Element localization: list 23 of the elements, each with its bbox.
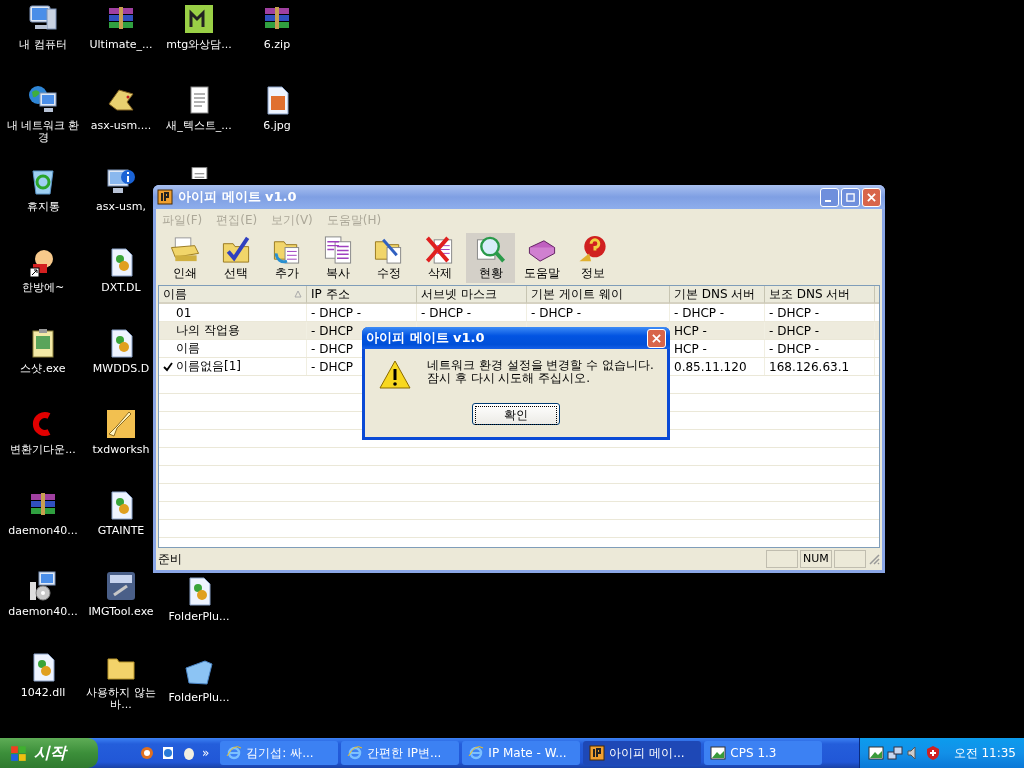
table-cell: - DHCP - <box>769 341 820 356</box>
table-cell: - DHCP - <box>311 305 362 320</box>
table-cell: - DHCP <box>311 341 354 356</box>
dialog-message: 네트워크 환경 설정을 변경할 수 없습니다. 잠시 후 다시 시도해 주십시오. <box>427 359 654 385</box>
table-cell: 나의 작업용 <box>176 322 240 339</box>
clock: 오전 11:35 <box>953 744 1016 762</box>
table-cell: - DHCP - <box>531 305 582 320</box>
table-cell: 이름 <box>176 340 200 357</box>
table-cell: - DHCP - <box>674 305 725 320</box>
table-cell: 0.85.11.120 <box>674 359 747 374</box>
status-text: 준비 <box>158 550 183 568</box>
table-cell: - DHCP - <box>421 305 472 320</box>
table-cell: 01 <box>176 305 192 320</box>
table-cell: HCP - <box>674 341 707 356</box>
table-cell: 이름없음[1] <box>176 358 241 375</box>
window-title: 아이피 메이트 v1.0 <box>178 188 298 206</box>
table-cell: 168.126.63.1 <box>769 359 850 374</box>
table-cell: - DHCP <box>311 323 354 338</box>
table-cell: - DHCP - <box>769 323 820 338</box>
table-cell: HCP - <box>674 323 707 338</box>
status-indicator: NUM <box>800 550 832 568</box>
table-cell: - DHCP <box>311 359 354 374</box>
table-cell: - DHCP - <box>769 305 820 320</box>
